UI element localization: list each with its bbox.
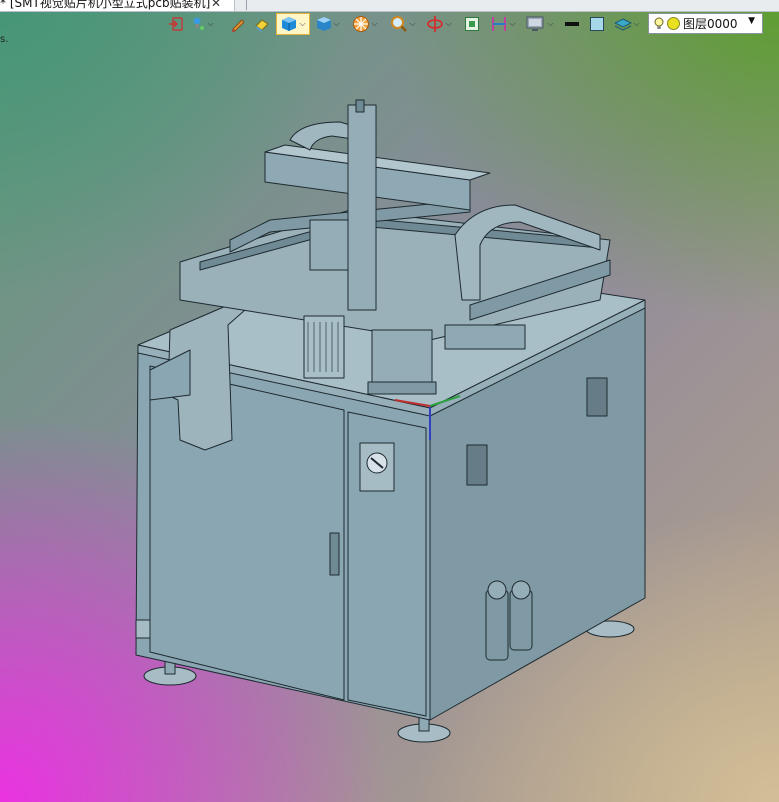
pick-and-place-machine-model[interactable] — [0, 0, 779, 802]
machine-frame — [135, 99, 646, 743]
